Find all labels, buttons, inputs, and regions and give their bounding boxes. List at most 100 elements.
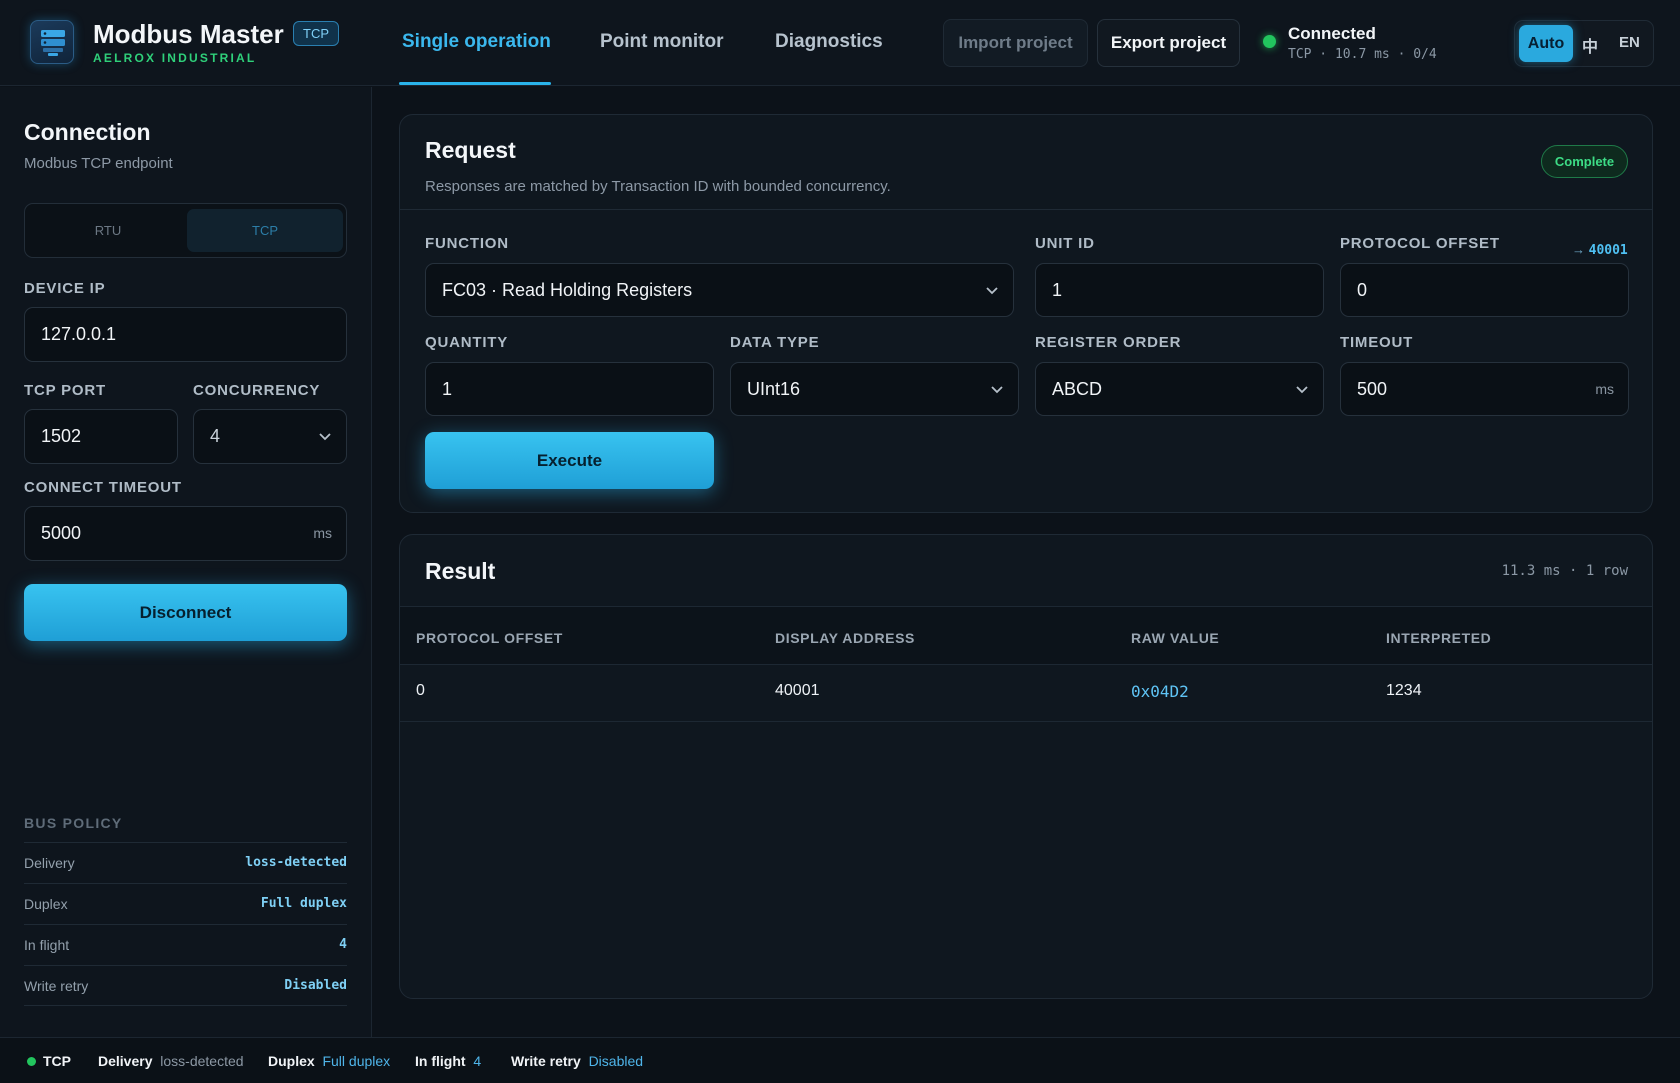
tab-single-operation[interactable]: Single operation bbox=[402, 31, 551, 53]
vendor-label: AELROX INDUSTRIAL bbox=[93, 51, 257, 65]
language-switcher: Auto 中 EN bbox=[1514, 20, 1654, 67]
footer-in-flight: In flight 4 bbox=[415, 1053, 481, 1069]
connect-timeout-value: 5000 bbox=[41, 523, 82, 543]
policy-row-duplex: Duplex Full duplex bbox=[24, 883, 347, 924]
quantity-input[interactable]: 1 bbox=[425, 362, 714, 416]
data-type-value: UInt16 bbox=[747, 379, 801, 399]
column-header-interpreted: INTERPRETED bbox=[1386, 630, 1492, 646]
column-header-display-address: DISPLAY ADDRESS bbox=[775, 630, 915, 646]
footer-protocol: TCP bbox=[43, 1053, 71, 1069]
app-header: Modbus Master TCP AELROX INDUSTRIAL Sing… bbox=[0, 0, 1680, 86]
lang-auto-button[interactable]: Auto bbox=[1519, 25, 1573, 62]
footer-delivery-label: Delivery bbox=[98, 1053, 153, 1069]
policy-value: Disabled bbox=[284, 978, 347, 993]
mode-tcp-button[interactable]: TCP bbox=[187, 209, 343, 252]
request-subtitle: Responses are matched by Transaction ID … bbox=[425, 178, 891, 195]
import-project-button[interactable]: Import project bbox=[943, 19, 1088, 67]
register-order-label: REGISTER ORDER bbox=[1035, 334, 1182, 351]
data-type-label: DATA TYPE bbox=[730, 334, 820, 351]
protocol-offset-label: PROTOCOL OFFSET bbox=[1340, 235, 1500, 252]
footer-duplex-label: Duplex bbox=[268, 1053, 315, 1069]
tab-point-monitor[interactable]: Point monitor bbox=[600, 31, 723, 53]
policy-value: Full duplex bbox=[260, 896, 347, 911]
policy-key: In flight bbox=[24, 937, 70, 953]
result-meta: 11.3 ms · 1 row bbox=[1501, 563, 1628, 579]
footer-duplex-value: Full duplex bbox=[322, 1053, 391, 1069]
connection-detail: TCP · 10.7 ms · 0/4 bbox=[1288, 47, 1437, 62]
concurrency-select[interactable]: 4 bbox=[193, 409, 347, 464]
unit-id-value: 1 bbox=[1052, 280, 1063, 300]
device-ip-value: 127.0.0.1 bbox=[41, 324, 117, 344]
policy-row-write-retry: Write retry Disabled bbox=[24, 965, 347, 1006]
connect-timeout-unit: ms bbox=[313, 525, 332, 541]
export-project-button[interactable]: Export project bbox=[1097, 19, 1240, 67]
concurrency-label: CONCURRENCY bbox=[193, 382, 321, 399]
divider bbox=[400, 721, 1652, 722]
cell-interpreted: 1234 bbox=[1386, 682, 1422, 699]
chevron-down-icon bbox=[1296, 386, 1308, 394]
footer-delivery: Delivery loss-detected bbox=[98, 1053, 244, 1069]
function-value: FC03 · Read Holding Registers bbox=[442, 280, 693, 300]
result-card: Result 11.3 ms · 1 row PROTOCOL OFFSET D… bbox=[399, 534, 1653, 999]
timeout-input[interactable]: 500 ms bbox=[1340, 362, 1629, 416]
register-order-value: ABCD bbox=[1052, 379, 1103, 399]
mode-rtu-button[interactable]: RTU bbox=[30, 209, 186, 252]
server-rack-icon bbox=[30, 20, 74, 64]
footer-duplex: Duplex Full duplex bbox=[268, 1053, 390, 1069]
footer-inflight-value: 4 bbox=[473, 1053, 482, 1069]
lang-en-button[interactable]: EN bbox=[1619, 34, 1640, 51]
policy-row-in-flight: In flight 4 bbox=[24, 924, 347, 965]
protocol-offset-value: 0 bbox=[1357, 280, 1368, 300]
unit-id-input[interactable]: 1 bbox=[1035, 263, 1324, 317]
footer-write-retry: Write retry Disabled bbox=[511, 1053, 643, 1069]
disconnect-button[interactable]: Disconnect bbox=[24, 584, 347, 641]
divider bbox=[400, 664, 1652, 665]
bus-policy-title: BUS POLICY bbox=[24, 815, 123, 831]
footer-retry-label: Write retry bbox=[511, 1053, 581, 1069]
status-badge: Complete bbox=[1541, 145, 1628, 178]
function-label: FUNCTION bbox=[425, 235, 509, 252]
policy-row-delivery: Delivery loss-detected bbox=[24, 842, 347, 883]
protocol-tag-badge: TCP bbox=[293, 21, 339, 46]
connection-sidebar: Connection Modbus TCP endpoint RTU TCP D… bbox=[0, 87, 372, 1037]
connect-timeout-input[interactable]: 5000 ms bbox=[24, 506, 347, 561]
column-header-raw-value: RAW VALUE bbox=[1131, 630, 1220, 646]
concurrency-value: 4 bbox=[210, 426, 221, 446]
divider bbox=[400, 606, 1652, 607]
policy-key: Duplex bbox=[24, 896, 68, 912]
divider bbox=[400, 209, 1652, 210]
app-title: Modbus Master bbox=[93, 19, 284, 49]
connection-status: Connected bbox=[1288, 24, 1376, 43]
policy-key: Delivery bbox=[24, 855, 75, 871]
register-order-select[interactable]: ABCD bbox=[1035, 362, 1324, 416]
tcp-port-label: TCP PORT bbox=[24, 382, 106, 399]
tcp-port-value: 1502 bbox=[41, 426, 82, 446]
policy-value: loss-detected bbox=[245, 855, 347, 870]
timeout-unit: ms bbox=[1595, 381, 1614, 397]
tab-diagnostics[interactable]: Diagnostics bbox=[775, 31, 883, 53]
function-select[interactable]: FC03 · Read Holding Registers bbox=[425, 263, 1014, 317]
request-title: Request bbox=[425, 137, 516, 163]
device-ip-input[interactable]: 127.0.0.1 bbox=[24, 307, 347, 362]
data-type-select[interactable]: UInt16 bbox=[730, 362, 1019, 416]
chevron-down-icon bbox=[986, 287, 998, 295]
chevron-down-icon bbox=[319, 433, 331, 441]
tcp-port-input[interactable]: 1502 bbox=[24, 409, 178, 464]
policy-key: Write retry bbox=[24, 978, 89, 994]
footer-protocol-value: TCP bbox=[43, 1053, 71, 1069]
arrow-right-icon: → bbox=[1572, 242, 1585, 257]
display-address-hint: → 40001 bbox=[1572, 242, 1628, 258]
footer-retry-value: Disabled bbox=[588, 1053, 644, 1069]
cell-raw-value: 0x04D2 bbox=[1131, 682, 1189, 701]
cell-protocol-offset: 0 bbox=[416, 682, 425, 699]
status-dot-icon bbox=[1263, 35, 1276, 48]
policy-value: 4 bbox=[339, 937, 347, 952]
quantity-value: 1 bbox=[442, 379, 453, 399]
protocol-offset-input[interactable]: 0 bbox=[1340, 263, 1629, 317]
lang-zh-button[interactable]: 中 bbox=[1582, 33, 1598, 57]
quantity-label: QUANTITY bbox=[425, 334, 509, 351]
status-dot-icon bbox=[27, 1057, 36, 1066]
footer-inflight-label: In flight bbox=[415, 1053, 466, 1069]
cell-display-address: 40001 bbox=[775, 682, 820, 699]
execute-button[interactable]: Execute bbox=[425, 432, 714, 489]
